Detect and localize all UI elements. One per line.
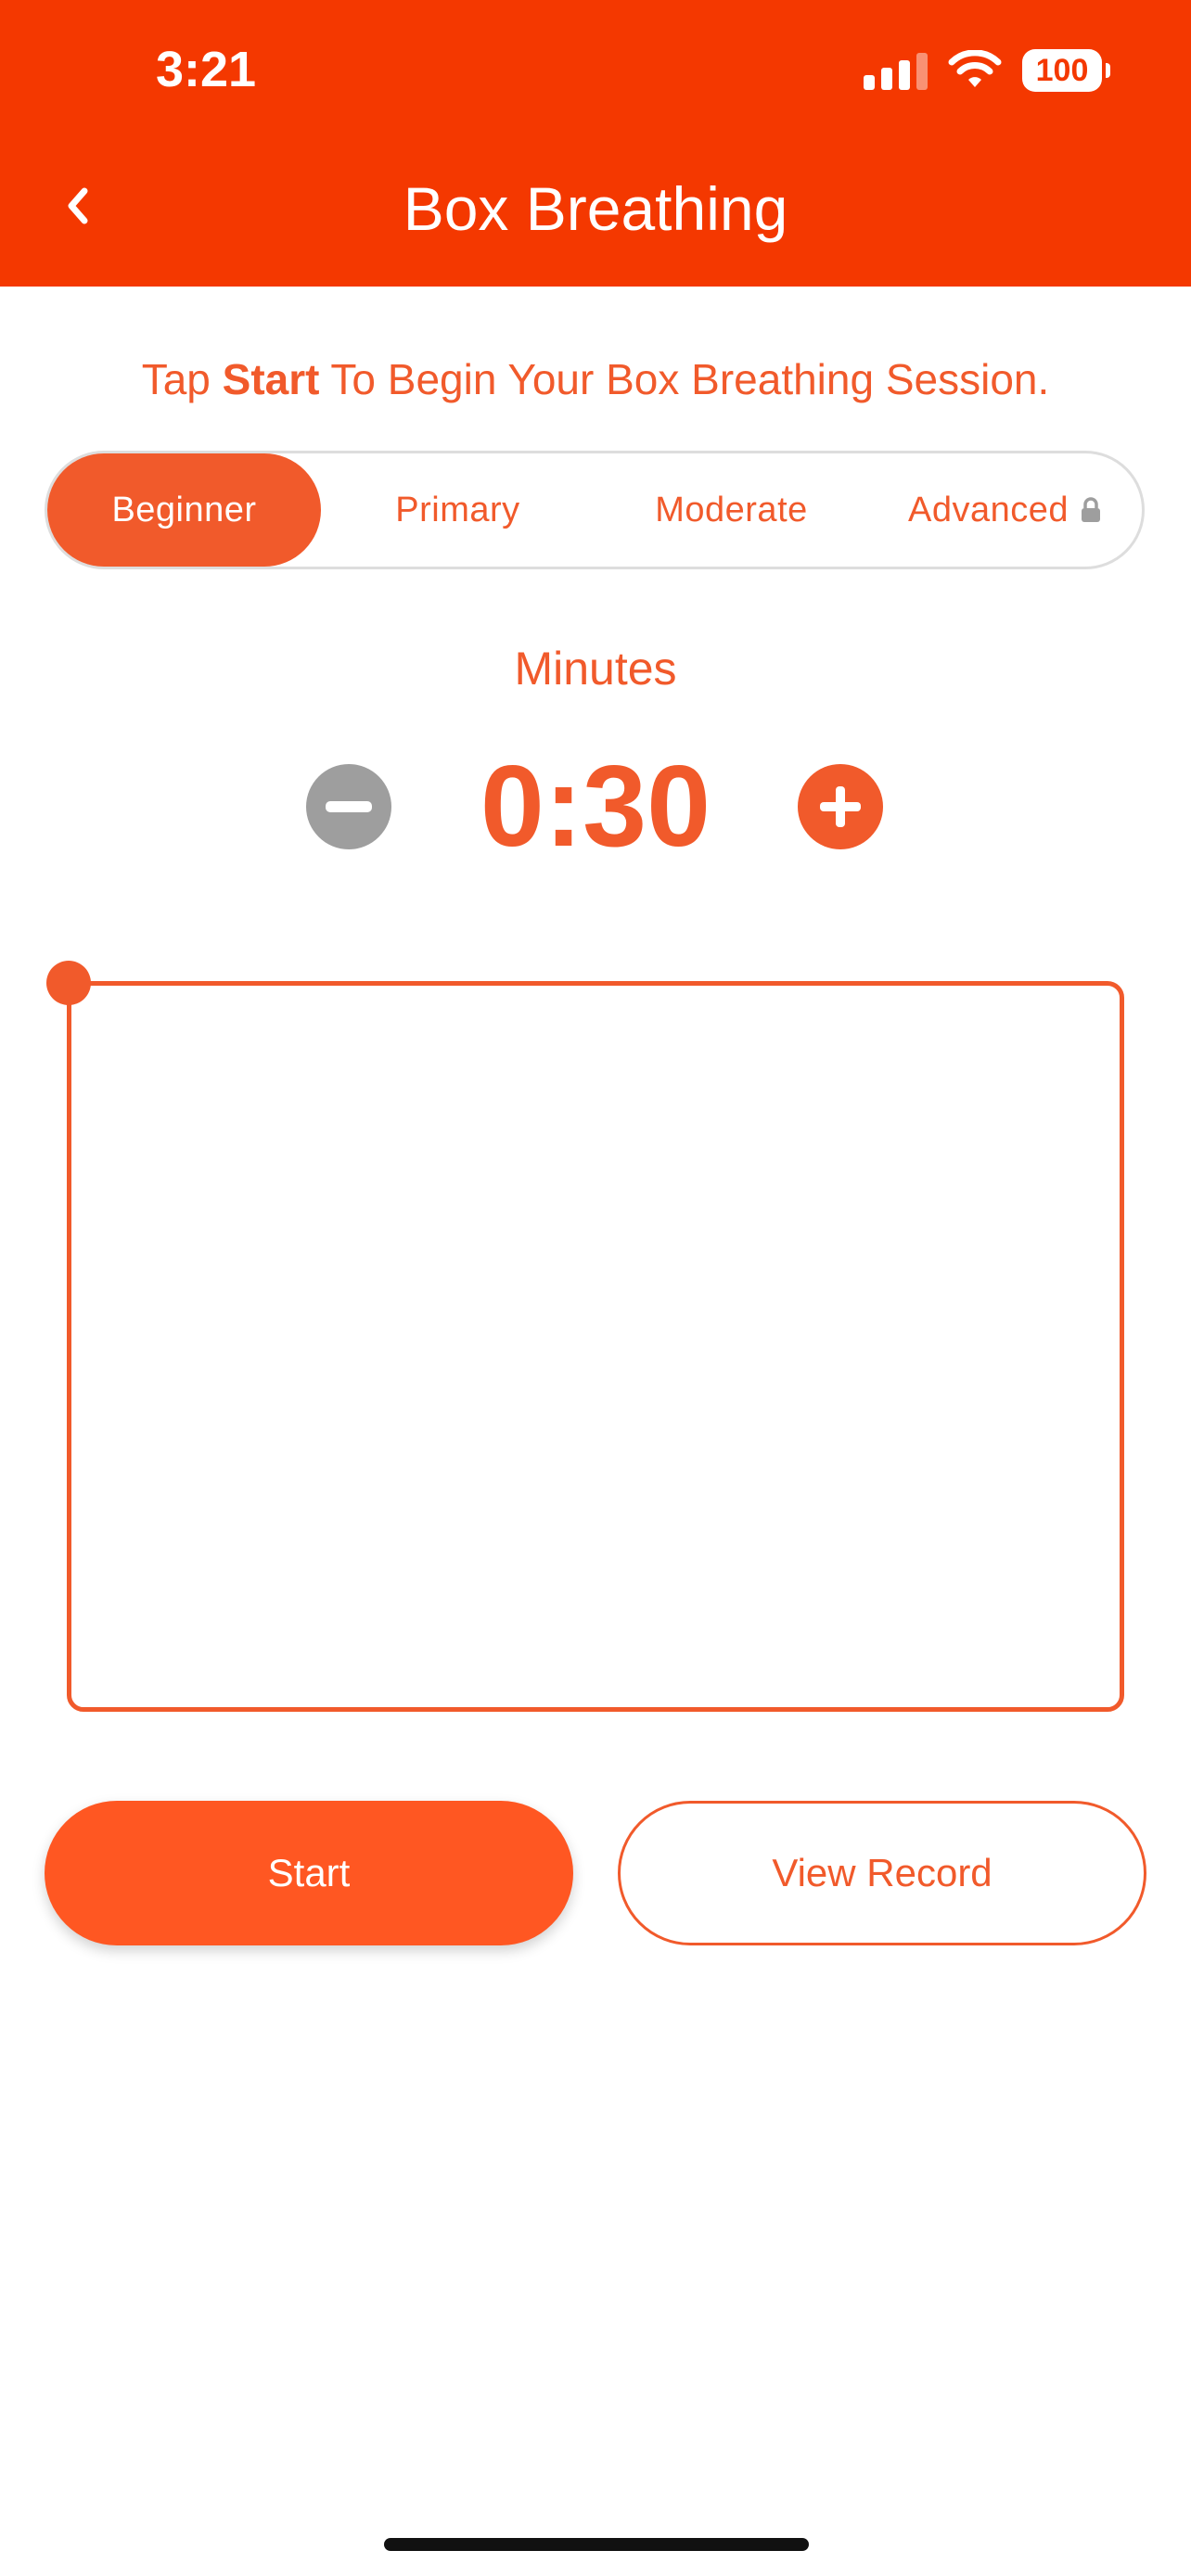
battery-icon: 100 [1022,49,1110,92]
instruction-suffix: To Begin Your Box Breathing Session. [319,355,1050,403]
duration-control: 0:30 [0,733,1191,881]
minutes-label: Minutes [514,643,677,695]
level-tab-beginner[interactable]: Beginner [47,453,321,567]
page-title: Box Breathing [403,174,788,243]
instruction-prefix: Tap [141,355,223,403]
level-tab-label: Primary [395,490,520,529]
level-tab-label: Moderate [655,490,808,529]
status-time: 3:21 [156,42,257,97]
start-button[interactable]: Start [45,1801,573,1945]
level-tab-advanced[interactable]: Advanced [868,453,1142,567]
battery-level: 100 [1035,53,1089,88]
level-tab-label: Beginner [111,490,257,529]
increase-duration-button[interactable] [798,764,883,849]
view-record-button[interactable]: View Record [618,1801,1146,1945]
level-selector: Beginner Primary Moderate Advanced [45,451,1145,569]
minus-icon [326,801,372,812]
wifi-icon [948,50,1002,87]
duration-value: 0:30 [480,743,711,871]
lock-icon [1082,497,1100,522]
decrease-duration-button[interactable] [306,764,391,849]
level-tab-label: Advanced [907,490,1069,529]
plus-icon [820,786,861,827]
breathing-box-area [45,961,1154,1721]
level-tab-moderate[interactable]: Moderate [595,453,868,567]
status-icons: 100 [864,45,1110,96]
breathing-box [67,981,1124,1712]
level-tab-primary[interactable]: Primary [321,453,595,567]
home-indicator[interactable] [384,2538,809,2551]
instruction-start-word: Start [222,355,320,403]
app-header: 3:21 100 Box Breathing [0,0,1191,287]
breathing-indicator-dot [46,961,91,1005]
instruction-text: Tap Start To Begin Your Box Breathing Se… [0,349,1191,410]
cellular-signal-icon [864,51,928,90]
